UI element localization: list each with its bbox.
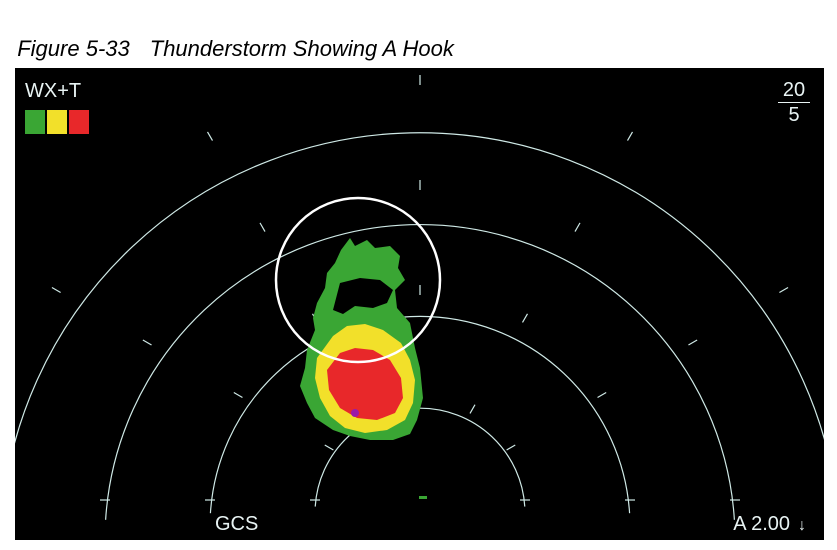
range-ring — [15, 132, 824, 444]
ring-tick — [779, 286, 789, 294]
figure-number: Figure 5-33 — [17, 36, 130, 61]
color-legend — [25, 110, 89, 134]
figure-caption: Figure 5-33 Thunderstorm Showing A Hook — [5, 10, 454, 62]
ring-tick — [597, 391, 607, 399]
ring-tick — [324, 444, 334, 451]
ring-tick — [574, 222, 581, 232]
tilt-down-arrow-icon: ↓ — [798, 517, 806, 534]
weather-radar-display: WX+T 20 5 GCS A 2.00 ↓ — [15, 68, 824, 540]
legend-green-swatch — [25, 110, 45, 134]
storm-echo — [300, 238, 427, 499]
ring-tick — [469, 404, 476, 414]
range-max: 20 — [778, 78, 810, 103]
radar-scope — [15, 75, 824, 520]
range-rings — [15, 75, 824, 520]
ring-tick — [521, 313, 529, 323]
antenna-tilt-readout: A 2.00 ↓ — [733, 513, 806, 536]
weather-mode-label: WX+T — [25, 80, 82, 102]
legend-red-swatch — [69, 110, 89, 134]
ring-tick — [51, 286, 61, 294]
ring-tick — [233, 391, 243, 399]
echo-speck — [419, 496, 427, 499]
gcs-label: GCS — [215, 513, 259, 535]
legend-yellow-swatch — [47, 110, 67, 134]
ring-tick — [142, 339, 152, 346]
ring-tick — [688, 339, 698, 346]
echo-magenta-cell — [351, 409, 359, 417]
ring-tick — [259, 222, 266, 232]
ring-tick — [206, 131, 214, 141]
range-ring-spacing: 5 — [788, 104, 800, 126]
ring-tick — [506, 444, 516, 451]
tilt-value: A 2.00 — [733, 513, 790, 535]
ring-tick — [626, 131, 634, 141]
figure-title: Thunderstorm Showing A Hook — [149, 36, 454, 61]
range-ring — [209, 315, 631, 514]
range-indicator: 20 5 — [778, 78, 810, 127]
